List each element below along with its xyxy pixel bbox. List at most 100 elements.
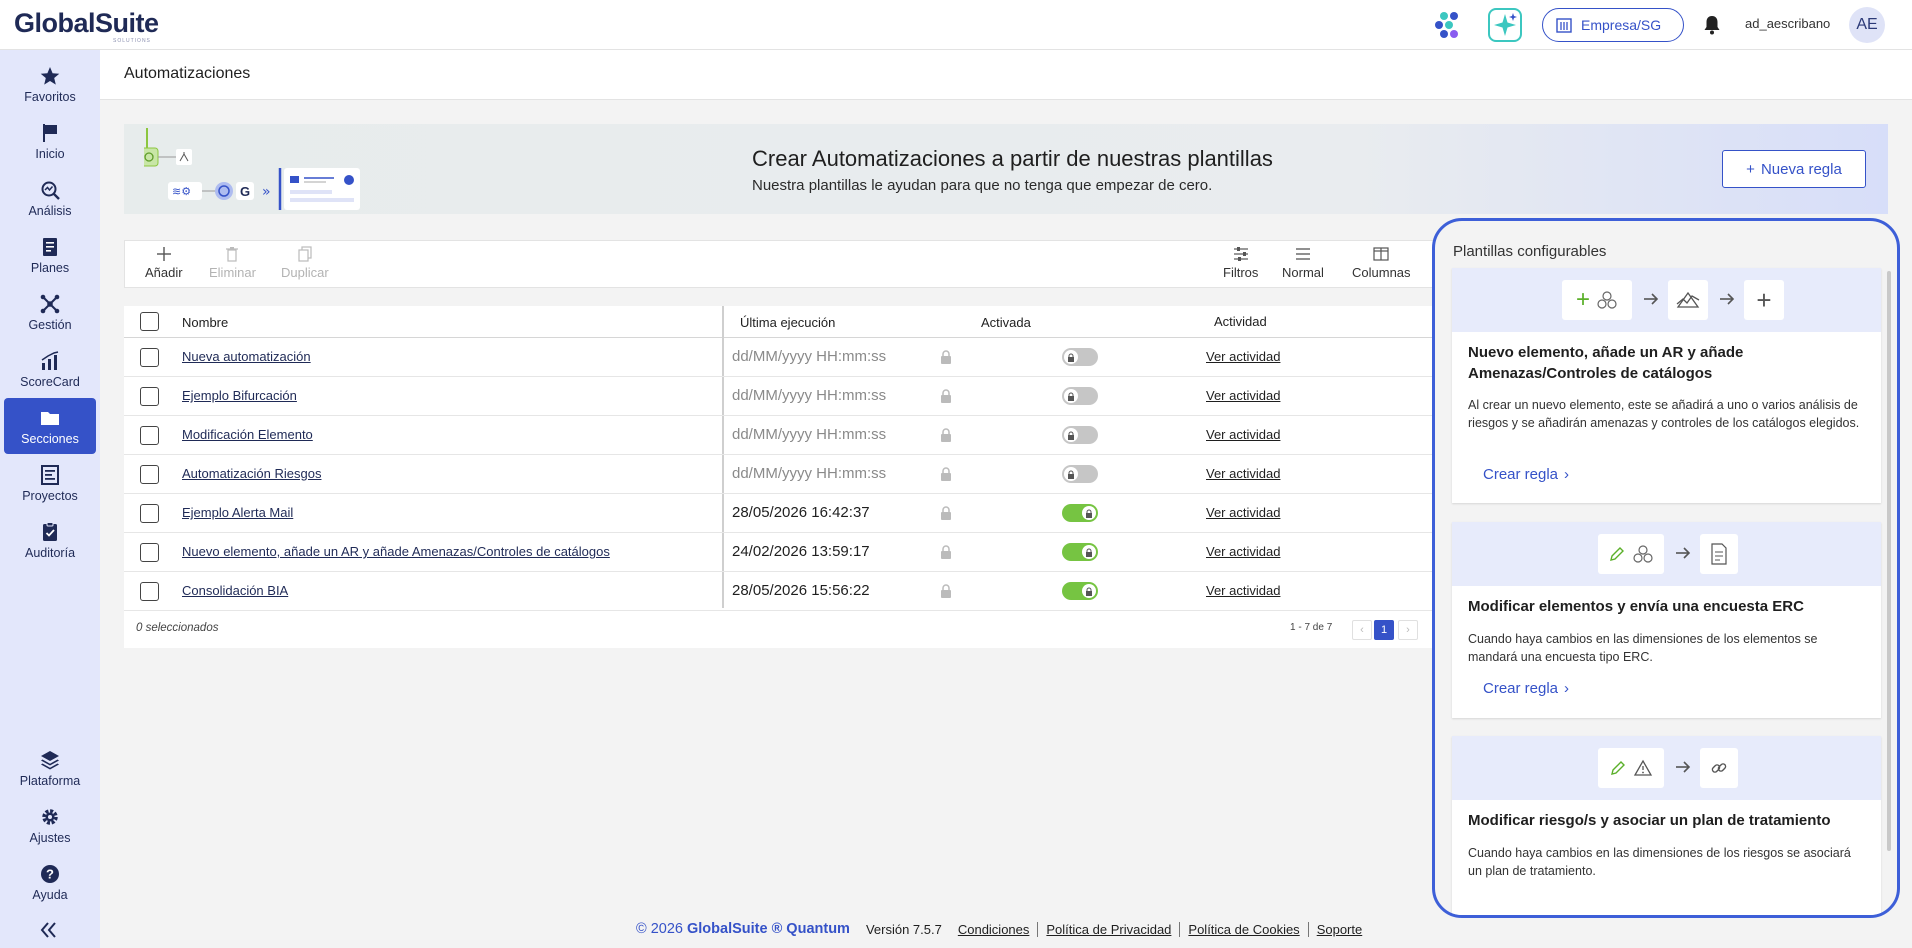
svg-text:?: ?	[46, 866, 54, 881]
footer: © 2026 GlobalSuite ® Quantum Versión 7.5…	[636, 918, 1370, 940]
link-box	[1700, 748, 1738, 788]
apps-dots-icon[interactable]	[1432, 9, 1464, 41]
table-row[interactable]: Ejemplo Bifurcación dd/MM/yyyy HH:mm:ss …	[124, 377, 1434, 416]
sidebar-item-secciones[interactable]: Secciones	[4, 398, 96, 454]
automation-name-link[interactable]: Ejemplo Bifurcación	[182, 388, 297, 403]
sidebar-item-label: Favoritos	[24, 89, 76, 104]
sidebar-item-analisis[interactable]: Análisis	[4, 170, 96, 226]
collapse-sidebar-icon[interactable]	[38, 920, 60, 940]
support-link[interactable]: Soporte	[1307, 921, 1371, 937]
last-run-value: dd/MM/yyyy HH:mm:ss	[732, 387, 887, 404]
view-activity-link[interactable]: Ver actividad	[1206, 466, 1280, 481]
avatar[interactable]: AE	[1849, 7, 1885, 43]
enabled-toggle[interactable]	[1062, 348, 1098, 366]
add-button[interactable]: Añadir	[145, 245, 183, 280]
prev-page-button[interactable]: ‹	[1352, 620, 1372, 640]
lock-icon	[941, 584, 951, 598]
view-activity-link[interactable]: Ver actividad	[1206, 583, 1280, 598]
card-description: Cuando haya cambios en las dimensiones d…	[1468, 846, 1851, 878]
table-row[interactable]: Modificación Elemento dd/MM/yyyy HH:mm:s…	[124, 416, 1434, 455]
sidebar-item-scorecard[interactable]: ScoreCard	[4, 341, 96, 397]
card-title: Modificar elementos y envía una encuesta…	[1468, 598, 1804, 615]
row-checkbox[interactable]	[140, 387, 159, 406]
automation-name-link[interactable]: Modificación Elemento	[182, 427, 313, 442]
create-rule-link[interactable]: Crear regla ›	[1483, 680, 1569, 697]
terms-link[interactable]: Condiciones	[950, 922, 1038, 937]
view-activity-link[interactable]: Ver actividad	[1206, 427, 1280, 442]
row-checkbox[interactable]	[140, 543, 159, 562]
enabled-toggle[interactable]	[1062, 543, 1098, 561]
view-activity-link[interactable]: Ver actividad	[1206, 544, 1280, 559]
header-name[interactable]: Nombre	[182, 315, 228, 330]
sidebar-item-auditoria[interactable]: Auditoría	[4, 512, 96, 568]
panel-scrollbar[interactable]	[1887, 271, 1891, 851]
new-rule-button[interactable]: + Nueva regla	[1722, 150, 1866, 188]
enabled-toggle[interactable]	[1062, 465, 1098, 483]
row-checkbox[interactable]	[140, 426, 159, 445]
scorecard-icon	[41, 350, 59, 370]
next-page-button[interactable]: ›	[1398, 620, 1418, 640]
sidebar-item-label: Plataforma	[19, 773, 81, 788]
header-activity[interactable]: Actividad	[1214, 314, 1267, 329]
bell-icon[interactable]	[1702, 14, 1722, 36]
row-checkbox[interactable]	[140, 348, 159, 367]
sidebar-item-proyectos[interactable]: Proyectos	[4, 455, 96, 511]
arrow-right-icon	[1644, 293, 1659, 305]
sidebar-item-favoritos[interactable]: Favoritos	[4, 56, 96, 112]
last-run-value: 28/05/2026 16:42:37	[732, 504, 870, 521]
card-icon-strip	[1452, 736, 1881, 800]
enabled-toggle[interactable]	[1062, 504, 1098, 522]
cookies-policy-link[interactable]: Política de Cookies	[1179, 921, 1307, 937]
enabled-toggle[interactable]	[1062, 387, 1098, 405]
enabled-toggle[interactable]	[1062, 426, 1098, 444]
star-icon	[40, 66, 60, 85]
duplicate-button[interactable]: Duplicar	[281, 245, 329, 280]
table-row[interactable]: Nuevo elemento, añade un AR y añade Amen…	[124, 533, 1434, 572]
globalsuite-logo[interactable]: GlobalSuite SOLUTIONS	[14, 9, 159, 44]
automation-name-link[interactable]: Nuevo elemento, añade un AR y añade Amen…	[182, 544, 610, 559]
table-toolbar: Añadir Eliminar Duplicar Filtros Normal …	[124, 240, 1434, 288]
sidebar-item-plataforma[interactable]: Plataforma	[4, 740, 96, 796]
header-last-run[interactable]: Última ejecución	[740, 315, 835, 330]
duplicate-label: Duplicar	[281, 265, 329, 280]
sidebar-item-inicio[interactable]: Inicio	[4, 113, 96, 169]
filters-button[interactable]: Filtros	[1223, 245, 1258, 280]
row-checkbox[interactable]	[140, 582, 159, 601]
selected-count: 0 seleccionados	[136, 622, 219, 634]
page-1-button[interactable]: 1	[1374, 620, 1394, 640]
ai-assistant-icon[interactable]	[1488, 8, 1522, 42]
username[interactable]: ad_aescribano	[1745, 16, 1830, 31]
table-row[interactable]: Nueva automatización dd/MM/yyyy HH:mm:ss…	[124, 338, 1434, 377]
view-activity-link[interactable]: Ver actividad	[1206, 349, 1280, 364]
select-all-checkbox[interactable]	[140, 312, 159, 331]
lock-icon	[941, 350, 951, 364]
automation-name-link[interactable]: Consolidación BIA	[182, 583, 288, 598]
density-button[interactable]: Normal	[1282, 245, 1324, 280]
view-activity-link[interactable]: Ver actividad	[1206, 388, 1280, 403]
sidebar-item-ayuda[interactable]: ? Ayuda	[4, 854, 96, 910]
delete-label: Eliminar	[209, 265, 256, 280]
columns-button[interactable]: Columnas	[1352, 245, 1411, 280]
header-enabled[interactable]: Activada	[981, 315, 1031, 330]
automation-name-link[interactable]: Ejemplo Alerta Mail	[182, 505, 293, 520]
table-row[interactable]: Consolidación BIA 28/05/2026 15:56:22 Ve…	[124, 572, 1434, 611]
sidebar-item-gestion[interactable]: Gestión	[4, 284, 96, 340]
risk-analysis-box	[1668, 280, 1708, 320]
automation-name-link[interactable]: Nueva automatización	[182, 349, 311, 364]
row-checkbox[interactable]	[140, 504, 159, 523]
delete-button[interactable]: Eliminar	[209, 245, 256, 280]
sidebar-item-ajustes[interactable]: Ajustes	[4, 797, 96, 853]
table-footer: 0 seleccionados 1 - 7 de 7 ‹ 1 ›	[124, 608, 1434, 648]
privacy-policy-link[interactable]: Política de Privacidad	[1037, 921, 1179, 937]
table-header: Nombre Última ejecución Activada Activid…	[124, 306, 1434, 338]
row-checkbox[interactable]	[140, 465, 159, 484]
view-activity-link[interactable]: Ver actividad	[1206, 505, 1280, 520]
sidebar-item-planes[interactable]: Planes	[4, 227, 96, 283]
table-row[interactable]: Ejemplo Alerta Mail 28/05/2026 16:42:37 …	[124, 494, 1434, 533]
management-icon	[40, 294, 60, 313]
table-row[interactable]: Automatización Riesgos dd/MM/yyyy HH:mm:…	[124, 455, 1434, 494]
company-selector-button[interactable]: Empresa/SG	[1542, 8, 1684, 42]
automation-name-link[interactable]: Automatización Riesgos	[182, 466, 321, 481]
create-rule-link[interactable]: Crear regla ›	[1483, 466, 1569, 483]
enabled-toggle[interactable]	[1062, 582, 1098, 600]
